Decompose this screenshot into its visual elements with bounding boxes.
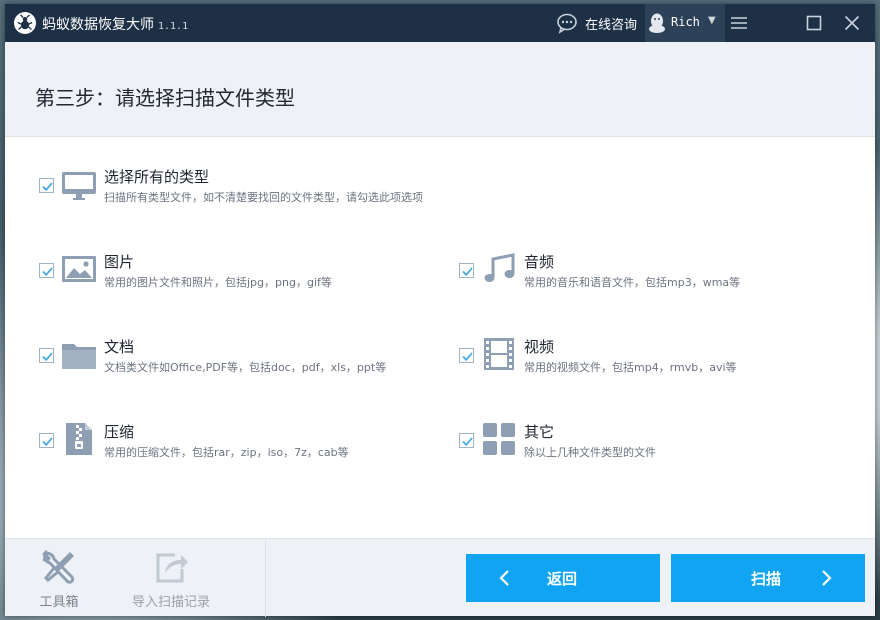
user-menu[interactable]: Rich ▼	[645, 4, 725, 42]
chevron-down-icon: ▼	[708, 15, 716, 26]
option-video[interactable]: 视频 常用的视频文件，包括mp4，rmvb，avi等	[459, 332, 859, 382]
option-description: 扫描所有类型文件，如不清楚要找回的文件类型，请勾选此项选项	[104, 191, 423, 204]
penguin-avatar-icon	[649, 13, 665, 33]
option-label: 图片	[104, 253, 135, 271]
option-label: 其它	[524, 423, 555, 441]
option-documents[interactable]: 文档 文档类文件如Office,PDF等，包括doc，pdf，xls，ppt等	[39, 332, 439, 382]
checkbox-images[interactable]	[39, 263, 54, 278]
checkbox-other[interactable]	[459, 433, 474, 448]
checkbox-all-types[interactable]	[39, 178, 54, 193]
monitor-icon	[62, 172, 96, 200]
checkbox-audio[interactable]	[459, 263, 474, 278]
toolbox-button[interactable]: 工具箱	[29, 547, 89, 610]
option-other[interactable]: 其它 除以上几种文件类型的文件	[459, 417, 859, 467]
export-share-icon	[156, 553, 188, 583]
option-label: 音频	[524, 253, 555, 271]
app-title: 蚂蚁数据恢复大师 1.1.1	[42, 14, 188, 34]
image-icon	[62, 256, 96, 282]
option-description: 常用的图片文件和照片，包括jpg，png，gif等	[104, 276, 332, 289]
option-all-types[interactable]: 选择所有的类型 扫描所有类型文件，如不清楚要找回的文件类型，请勾选此项选项	[39, 162, 539, 212]
scan-label: 扫描	[751, 570, 782, 588]
hamburger-menu-icon[interactable]	[728, 12, 750, 34]
app-window: 蚂蚁数据恢复大师 1.1.1 在线咨询 Rich ▼ 第三步：请选择扫描文件类型…	[5, 4, 875, 617]
import-scan-record-button[interactable]: 导入扫描记录	[121, 547, 221, 610]
folder-icon	[62, 344, 96, 369]
option-description: 文档类文件如Office,PDF等，包括doc，pdf，xls，ppt等	[104, 361, 387, 374]
online-consult-link[interactable]: 在线咨询	[585, 14, 637, 33]
maximize-icon[interactable]	[803, 12, 825, 34]
music-note-icon	[484, 253, 515, 282]
option-label: 视频	[524, 338, 555, 356]
option-description: 除以上几种文件类型的文件	[524, 446, 656, 459]
option-label: 压缩	[104, 423, 135, 441]
option-label: 选择所有的类型	[104, 168, 210, 186]
back-label: 返回	[547, 570, 578, 588]
tools-icon	[42, 549, 75, 584]
title-bar[interactable]: 蚂蚁数据恢复大师 1.1.1 在线咨询 Rich ▼	[5, 4, 875, 42]
scan-button[interactable]: 扫描	[671, 554, 865, 602]
option-audio[interactable]: 音频 常用的音乐和语音文件，包括mp3，wma等	[459, 247, 859, 297]
film-icon	[484, 338, 514, 370]
footer-bar: 工具箱 导入扫描记录 返回 扫描	[5, 538, 875, 617]
chat-bubble-icon[interactable]	[556, 12, 578, 34]
option-description: 常用的压缩文件，包括rar，zip，iso，7z，cab等	[104, 446, 349, 459]
checkbox-archives[interactable]	[39, 433, 54, 448]
option-archives[interactable]: 压缩 常用的压缩文件，包括rar，zip，iso，7z，cab等	[39, 417, 439, 467]
grid-icon	[483, 423, 515, 455]
option-description: 常用的音乐和语音文件，包括mp3，wma等	[524, 276, 741, 289]
app-version: 1.1.1	[158, 21, 189, 32]
ant-logo-icon	[14, 12, 36, 34]
checkbox-documents[interactable]	[39, 348, 54, 363]
option-label: 文档	[104, 338, 135, 356]
footer-divider	[265, 539, 266, 617]
chevron-left-icon	[499, 570, 509, 586]
back-button[interactable]: 返回	[466, 554, 660, 602]
minimize-icon[interactable]	[765, 12, 787, 34]
zip-file-icon	[66, 423, 92, 455]
toolbox-label: 工具箱	[39, 595, 79, 610]
page-title: 第三步：请选择扫描文件类型	[35, 86, 295, 110]
import-label: 导入扫描记录	[131, 595, 210, 610]
checkbox-video[interactable]	[459, 348, 474, 363]
chevron-right-icon	[822, 570, 832, 586]
user-name: Rich	[671, 15, 700, 29]
close-icon[interactable]	[841, 12, 863, 34]
option-images[interactable]: 图片 常用的图片文件和照片，包括jpg，png，gif等	[39, 247, 439, 297]
app-name: 蚂蚁数据恢复大师	[42, 17, 154, 33]
option-description: 常用的视频文件，包括mp4，rmvb，avi等	[524, 361, 737, 374]
step-header: 第三步：请选择扫描文件类型	[5, 42, 875, 137]
